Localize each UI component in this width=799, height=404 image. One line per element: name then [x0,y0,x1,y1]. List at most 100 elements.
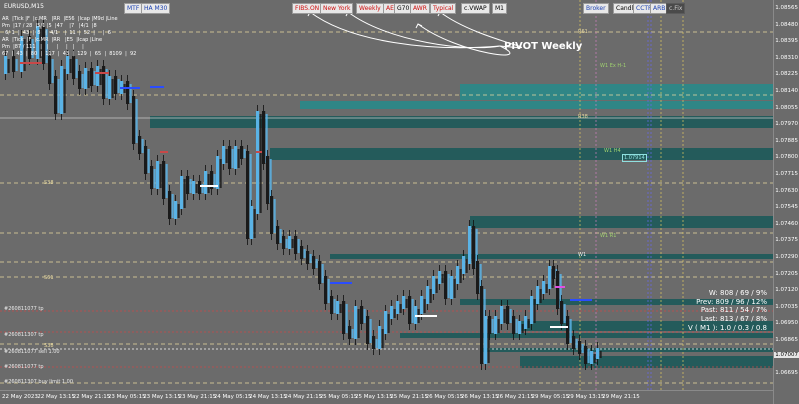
candle-body [90,68,94,86]
candle-body [204,171,208,194]
time-tick: 26 May 21:15 [496,394,534,400]
candle-body [411,299,414,323]
candle-body [300,246,304,259]
candle-body [276,226,280,244]
toolbar-button-new-york[interactable]: New York [320,3,354,14]
candle-body [189,179,192,193]
zone [400,333,773,338]
candle-body [593,354,596,363]
toolbar-button-mtf[interactable]: MTF [124,3,143,14]
toolbar-button-m1[interactable]: M1 [492,3,507,14]
price-tick: 1.07035 [775,303,798,310]
toolbar-button-ha-m30[interactable]: HA M30 [141,3,171,14]
level-label-w-h3: W1 Ex H-1 [600,63,627,69]
candle-body [330,296,334,314]
candle-body [168,191,172,219]
candle-body [587,349,590,363]
toolbar-button-c-fix[interactable]: c.Fix [666,3,686,14]
stats-row: Pm |17 / 28 |5/1 |5 |47 |7 |4/1 |8 [2,23,97,29]
toolbar-button-typical[interactable]: Typical [430,3,457,14]
candle-body [393,309,396,318]
toolbar-button-c-vwap[interactable]: c.VWAP [461,3,490,14]
candle-body [548,266,552,289]
price-tick: 1.07205 [775,270,798,277]
candle-body [279,229,282,243]
candle-body [500,306,504,324]
time-tick: 22 May 13:15 [37,394,76,400]
candle-body [174,201,178,219]
level-label-fib-c: #260811077 sell 1.00 [4,349,60,355]
candle-body [378,326,382,349]
toolbar-button-fibs-on[interactable]: FIBS.ON [292,3,323,14]
candle-body [78,71,82,89]
candle-body [453,279,456,298]
toolbar-button-broker[interactable]: Broker [583,3,609,14]
candle-body [48,56,52,84]
candle-body [153,169,156,188]
candle-body [515,319,518,333]
candle-body [150,166,154,189]
candle-body [506,306,510,324]
zone [300,101,773,109]
price-tick: 1.07885 [775,137,798,144]
candle-body [363,309,366,323]
candle-body [578,341,582,354]
candle-body [259,114,262,213]
candle-body [81,74,84,88]
level-label-m-r1: W1 R1 [600,233,617,239]
candle-body [177,204,180,218]
price-tick: 1.07375 [775,237,798,244]
candle-body [111,79,114,98]
candle-body [135,99,138,143]
candle-body [195,184,198,193]
price-tick: 1.06865 [775,337,798,343]
candle-body [432,276,436,294]
time-tick: 23 May 21:15 [178,394,217,400]
price-tick: 1.06695 [775,370,798,377]
candle-body [351,329,354,338]
zone [470,216,773,228]
toolbar-button-weekly[interactable]: Weekly [356,3,384,14]
candle-body [438,271,442,284]
candle-body [273,199,276,233]
toolbar-button-awr[interactable]: AWR [410,3,430,14]
candle-body [468,226,472,264]
candle-body [384,311,388,334]
candle-body [545,284,548,293]
level-label-m-h4: W1 H4 [604,148,621,154]
time-tick: 29 May 21:15 [602,394,640,400]
time-axis[interactable]: 22 May 2023 22 May 13:15 22 May 21:15 23 Ma… [0,390,773,404]
price-chart[interactable] [0,0,773,390]
info-line: Last: 813 / 67 / 8% [700,315,767,324]
candle-body [303,249,306,258]
time-tick: 22 May 21:15 [72,394,111,400]
candle-body [12,56,16,72]
stats-panel: AR |Tick |F |c.MR |RR |E56 |Icap |M9d |L… [2,16,136,58]
candle-body [509,309,512,323]
candle-body [372,336,376,349]
pivot-arrows [307,11,522,56]
candle-body [342,301,346,334]
candle-body [306,251,310,264]
candle-body [590,351,594,364]
candle-body [369,319,372,343]
info-line: Past: 811 / 54 / 7% [700,306,767,315]
level-label-fib-b: #260811307 tp [4,332,44,338]
price-axis[interactable]: 1.08565 1.08480 1.08395 1.08310 1.08225 1.081… [773,0,799,404]
candle-body [69,59,72,73]
candle-body [360,306,364,324]
candle-body [423,299,426,313]
level-label-s38: S38 [44,180,54,186]
price-tick: 1.08395 [775,38,798,45]
candle-body [162,161,166,199]
price-tick: 1.08140 [775,88,798,94]
time-tick: 25 May 13:15 [355,394,393,400]
candle-body [250,206,254,239]
candle-body [228,146,232,169]
zone [270,148,773,160]
candle-body [396,301,400,314]
candle-body [240,146,244,159]
candle-body [144,146,148,174]
candle-body [476,261,480,294]
candle-body [66,56,70,74]
